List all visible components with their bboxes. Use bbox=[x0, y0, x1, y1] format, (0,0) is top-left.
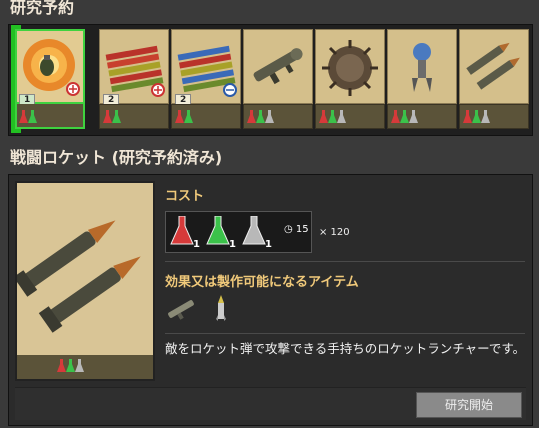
tech-description: 敵をロケット弾で攻撃できる手持ちのロケットランチャーです。 bbox=[165, 341, 526, 356]
combat-rockets-icon bbox=[459, 29, 529, 104]
rocket-launcher-icon bbox=[243, 29, 313, 104]
land-mine-icon bbox=[315, 29, 385, 104]
unlock-icons bbox=[165, 293, 237, 325]
red-flask-icon bbox=[175, 110, 184, 123]
tech-title: 戦闘ロケット (研究予約済み) bbox=[10, 148, 223, 167]
red-flask-icon bbox=[170, 215, 194, 245]
queue-slot-land-mine[interactable] bbox=[315, 29, 385, 129]
red-flask-icon bbox=[463, 110, 472, 123]
red-flask-icon bbox=[103, 110, 112, 123]
combat-rockets-large-icon bbox=[13, 181, 155, 381]
green-flask-icon bbox=[66, 359, 75, 372]
gray-flask-icon bbox=[409, 110, 418, 123]
action-bar: 研究開始 bbox=[15, 387, 526, 420]
red-flask-icon bbox=[391, 110, 400, 123]
queue-slot-dynamite-rockets-2[interactable]: 2 bbox=[171, 29, 241, 129]
grenade-icon bbox=[15, 29, 85, 104]
cost-time: ◷ 15 bbox=[284, 224, 309, 235]
slot-flasks bbox=[19, 110, 37, 124]
clock-icon: ◷ bbox=[284, 224, 293, 235]
gray-flask-icon bbox=[481, 110, 490, 123]
tech-image-footer bbox=[15, 355, 155, 381]
green-flask-icon bbox=[400, 110, 409, 123]
tech-flasks bbox=[57, 359, 84, 373]
dynamite-rockets-icon bbox=[99, 29, 169, 104]
green-flask-icon bbox=[184, 110, 193, 123]
slot-flasks bbox=[247, 110, 274, 124]
cost-green-flask: 1 bbox=[206, 215, 238, 250]
rocket-ammo-icon[interactable] bbox=[205, 293, 237, 325]
divider bbox=[165, 333, 525, 334]
green-flask-icon bbox=[206, 215, 230, 245]
tech-detail-panel: コスト 1 1 1 ◷ 15 × 120 効果又は製作可能になるアイテム 敵をロ… bbox=[8, 174, 533, 426]
slot-flasks bbox=[391, 110, 418, 124]
cost-title: コスト bbox=[165, 189, 205, 204]
start-research-button[interactable]: 研究開始 bbox=[416, 392, 522, 418]
queue-slot-drone[interactable] bbox=[387, 29, 457, 129]
research-queue: 1 2 2 bbox=[8, 24, 533, 136]
red-flask-icon bbox=[247, 110, 256, 123]
slot-flasks bbox=[175, 110, 193, 124]
divider bbox=[165, 261, 525, 262]
dynamite-rockets-blue-icon bbox=[171, 29, 241, 104]
green-flask-icon bbox=[472, 110, 481, 123]
green-flask-icon bbox=[328, 110, 337, 123]
gray-flask-icon bbox=[337, 110, 346, 123]
drone-icon bbox=[387, 29, 457, 104]
rocket-launcher-icon[interactable] bbox=[165, 293, 197, 325]
cost-gray-flask: 1 bbox=[242, 215, 274, 250]
cost-red-flask: 1 bbox=[170, 215, 202, 250]
green-flask-icon bbox=[112, 110, 121, 123]
queue-slot-grenade[interactable]: 1 bbox=[11, 25, 85, 133]
slot-flasks bbox=[463, 110, 490, 124]
cost-box: 1 1 1 ◷ 15 bbox=[165, 211, 312, 253]
gray-flask-icon bbox=[265, 110, 274, 123]
gray-flask-icon bbox=[242, 215, 266, 245]
queue-slot-rocket-launcher[interactable] bbox=[243, 29, 313, 129]
green-flask-icon bbox=[256, 110, 265, 123]
red-flask-icon bbox=[319, 110, 328, 123]
slot-flasks bbox=[103, 110, 121, 124]
red-flask-icon bbox=[57, 359, 66, 372]
slot-flasks bbox=[319, 110, 346, 124]
queue-slot-combat-rockets[interactable] bbox=[459, 29, 529, 129]
cost-multiplier: × 120 bbox=[319, 227, 350, 238]
gray-flask-icon bbox=[75, 359, 84, 372]
unlock-title: 効果又は製作可能になるアイテム bbox=[165, 275, 359, 290]
queue-title: 研究予約 bbox=[10, 0, 75, 17]
green-flask-icon bbox=[28, 110, 37, 123]
red-flask-icon bbox=[19, 110, 28, 123]
queue-slot-dynamite-rockets[interactable]: 2 bbox=[99, 29, 169, 129]
